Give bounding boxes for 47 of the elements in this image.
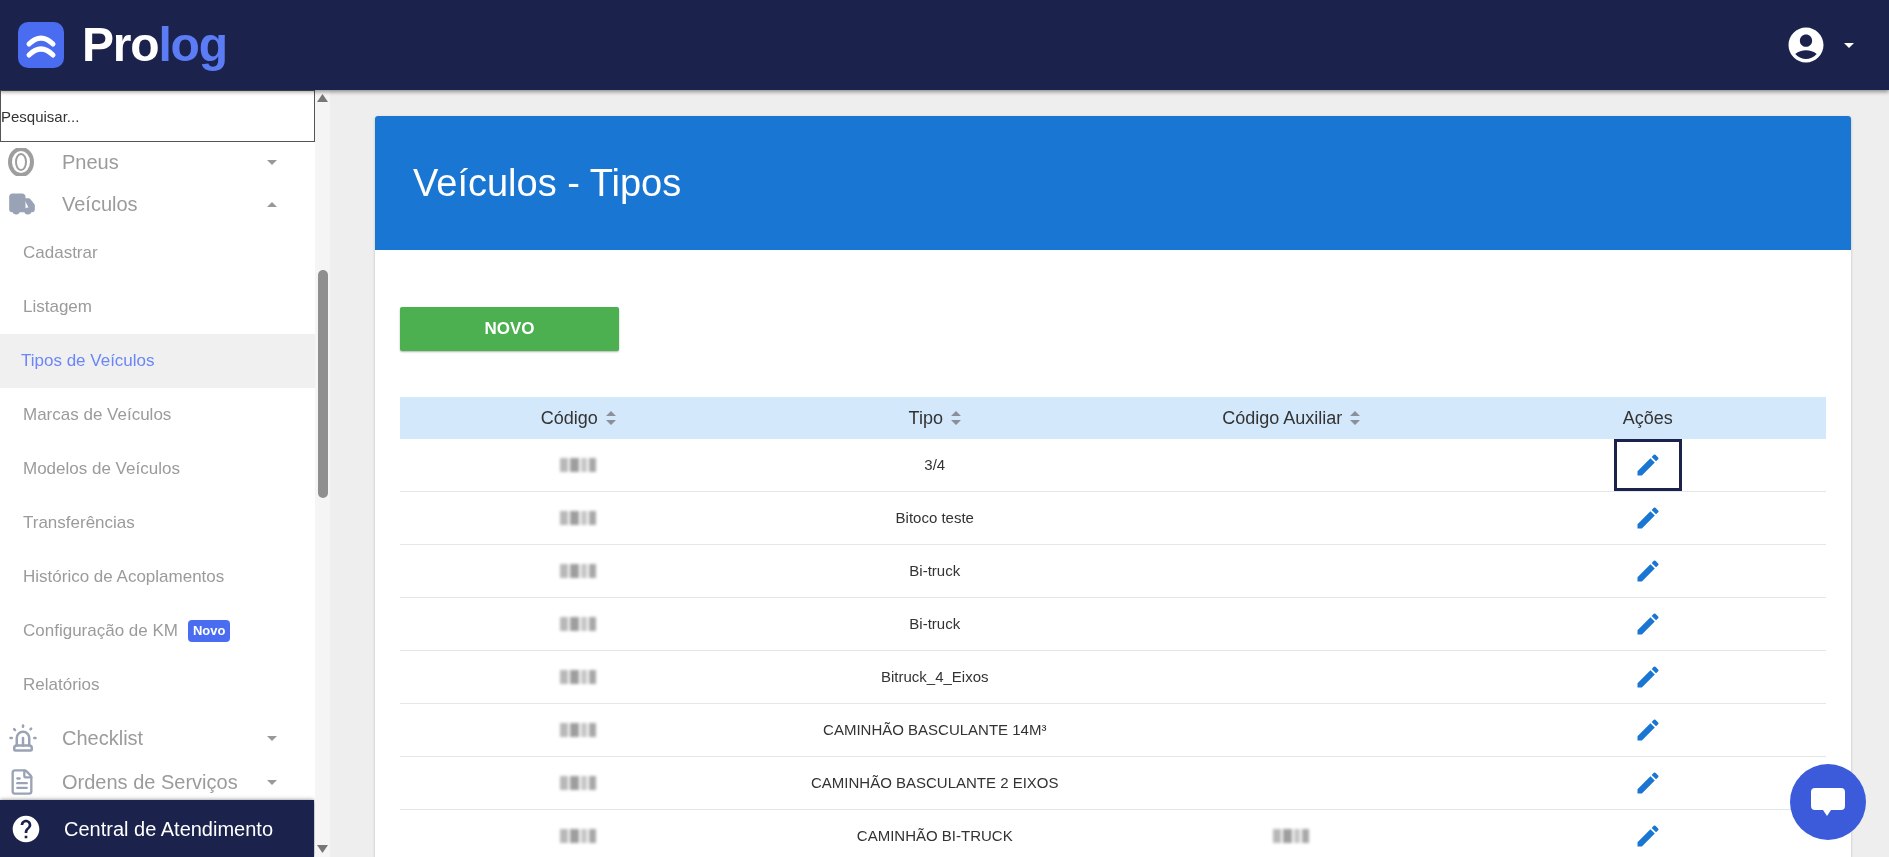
table-cell: CAMINHÃO BASCULANTE 2 EIXOS bbox=[810, 774, 1059, 791]
new-button[interactable]: NOVO bbox=[400, 307, 619, 351]
logo-wordmark: Prolog bbox=[82, 21, 227, 69]
caret-icon bbox=[267, 779, 277, 785]
column-header: Ações bbox=[1622, 406, 1673, 430]
table-cell: Bi-truck bbox=[909, 562, 961, 579]
page-title: Veículos - Tipos bbox=[413, 160, 682, 206]
tire-icon bbox=[8, 148, 34, 176]
caret-icon bbox=[267, 159, 277, 165]
submenu-item[interactable]: Cadastrar bbox=[0, 226, 315, 280]
column-header[interactable]: Código Auxiliar bbox=[1222, 404, 1343, 432]
submenu-item[interactable]: Modelos de Veículos bbox=[0, 442, 315, 496]
caret-icon bbox=[267, 735, 277, 741]
scroll-up-icon[interactable] bbox=[317, 94, 328, 102]
table-cell: Bitoco teste bbox=[895, 509, 974, 526]
submenu-item[interactable]: Relatórios bbox=[0, 658, 315, 712]
logo-icon bbox=[18, 22, 64, 68]
submenu-item[interactable]: Configuração de KM Novo bbox=[0, 604, 315, 658]
search-field[interactable]: Pesquisar... bbox=[0, 90, 315, 142]
menu-item[interactable]: Veículos bbox=[0, 182, 315, 226]
submenu-item[interactable]: Transferências bbox=[0, 496, 315, 550]
help-bar[interactable]: Central de Atendimento bbox=[0, 800, 314, 857]
table-cell: Bi-truck bbox=[909, 615, 961, 632]
submenu-item[interactable]: Marcas de Veículos bbox=[0, 388, 315, 442]
column-header[interactable]: Tipo bbox=[908, 404, 943, 432]
new-badge: Novo bbox=[188, 620, 231, 642]
sort-icon[interactable] bbox=[1350, 411, 1361, 425]
table-cell: 3/4 bbox=[924, 456, 946, 473]
menu-item[interactable]: Checklist bbox=[0, 712, 315, 764]
menu-item[interactable]: Ordens de Serviços bbox=[0, 764, 315, 800]
submenu-item[interactable]: Listagem bbox=[0, 280, 315, 334]
scroll-down-icon[interactable] bbox=[317, 845, 328, 853]
table-cell: CAMINHÃO BI-TRUCK bbox=[856, 827, 1013, 844]
caret-icon bbox=[267, 201, 277, 207]
menu-item[interactable]: Pneus bbox=[0, 142, 315, 182]
table-cell: Bitruck_4_Eixos bbox=[880, 668, 989, 685]
edit-button[interactable] bbox=[1613, 439, 1682, 491]
scroll-thumb[interactable] bbox=[317, 269, 328, 498]
scrollbar[interactable] bbox=[315, 90, 330, 857]
table-cell: CAMINHÃO BASCULANTE 14M³ bbox=[823, 721, 1047, 738]
column-header[interactable]: Código bbox=[540, 404, 598, 432]
submenu-item[interactable]: Histórico de Acoplamentos bbox=[0, 550, 315, 604]
sort-icon[interactable] bbox=[950, 411, 961, 425]
submenu-item[interactable]: Tipos de Veículos bbox=[0, 334, 315, 388]
sort-icon[interactable] bbox=[605, 411, 616, 425]
help-label: Central de Atendimento bbox=[64, 816, 274, 842]
siren-icon bbox=[8, 723, 38, 753]
